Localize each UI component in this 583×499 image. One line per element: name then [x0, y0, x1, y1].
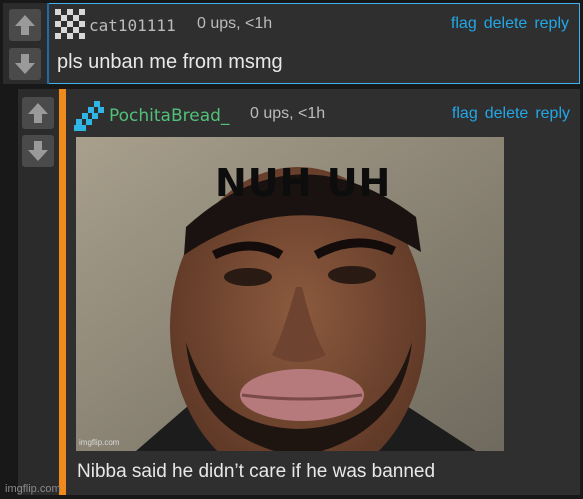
comment-actions: flag delete reply [444, 15, 569, 33]
upvote-button[interactable] [9, 9, 41, 41]
reply-link[interactable]: reply [534, 15, 569, 32]
flag-link[interactable]: flag [451, 15, 477, 32]
comment-meta: 0 ups, <1h [250, 105, 326, 122]
comment-body: cat101111 0 ups, <1h flag delete reply pls… [49, 3, 580, 84]
comment-text: pls unban me from msmg [57, 51, 283, 73]
comments-view: cat101111 0 ups, <1h flag delete reply pls… [0, 0, 583, 499]
image-watermark: imgflip.com [79, 438, 120, 447]
pixel-avatar-icon [74, 101, 104, 131]
upvote-button[interactable] [22, 97, 54, 129]
vote-column [18, 89, 58, 495]
reply-link[interactable]: reply [535, 105, 570, 122]
imgflip-watermark: imgflip.com [5, 483, 61, 495]
arrow-down-icon [28, 141, 48, 161]
reply-indent-bar [59, 89, 66, 495]
flag-link[interactable]: flag [452, 105, 478, 122]
vote-column [3, 3, 49, 84]
delete-link[interactable]: delete [485, 105, 529, 122]
comment-meta: 0 ups, <1h [197, 15, 273, 32]
comment-body: PochitaBread_ 0 ups, <1h flag delete reply [68, 89, 580, 495]
meme-image[interactable]: NUH UH imgflip.com [76, 137, 504, 451]
arrow-up-icon [28, 103, 48, 123]
checker-avatar-icon [55, 9, 85, 39]
arrow-up-icon [15, 15, 35, 35]
username-link[interactable]: PochitaBread_ [109, 106, 229, 126]
meme-caption: NUH UH [215, 161, 392, 205]
downvote-button[interactable] [9, 48, 41, 80]
username-link[interactable]: cat101111 [89, 16, 176, 35]
reply-comment: PochitaBread_ 0 ups, <1h flag delete reply [18, 89, 580, 495]
comment-actions: flag delete reply [445, 105, 570, 123]
delete-link[interactable]: delete [484, 15, 528, 32]
comment-text: Nibba said he didn’t care if he was bann… [77, 461, 436, 482]
comment: cat101111 0 ups, <1h flag delete reply pls… [3, 3, 580, 84]
downvote-button[interactable] [22, 135, 54, 167]
arrow-down-icon [15, 54, 35, 74]
